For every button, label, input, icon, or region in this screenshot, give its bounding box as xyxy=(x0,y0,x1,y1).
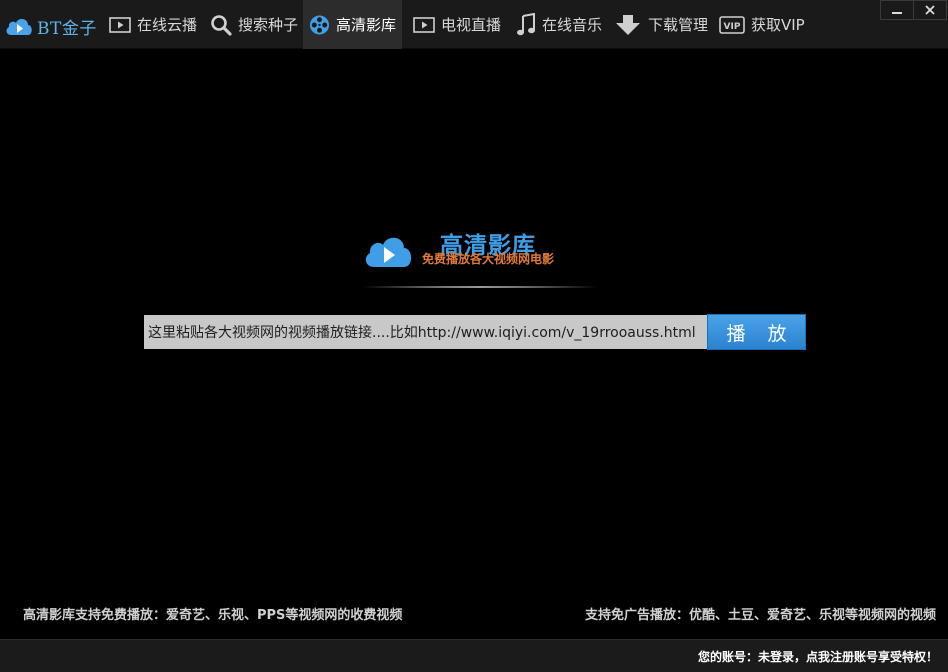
tab-search-torrents[interactable]: 搜索种子 xyxy=(204,0,304,49)
brand: BT金子 xyxy=(4,12,97,40)
status-bar: 您的账号：未登录，点我注册账号享受特权！ xyxy=(0,639,948,672)
tab-label: 电视直播 xyxy=(441,16,502,34)
tab-online-music[interactable]: 在线音乐 xyxy=(510,0,608,49)
tab-label: 高清影库 xyxy=(335,16,396,34)
video-url-input[interactable] xyxy=(144,315,707,349)
minimize-button[interactable] xyxy=(880,0,914,20)
tab-label: 获取VIP xyxy=(751,16,805,34)
ad-free-note: 支持免广告播放：优酷、土豆、爱奇艺、乐视等视频网的视频 xyxy=(584,608,936,623)
cloud-play-icon xyxy=(365,237,412,267)
tab-download-manager[interactable]: 下载管理 xyxy=(608,0,714,49)
tab-tv-live[interactable]: 电视直播 xyxy=(407,0,507,49)
free-play-note: 高清影库支持免费播放：爱奇艺、乐视、PPS等视频网的收费视频 xyxy=(23,608,403,623)
download-arrow-icon xyxy=(616,14,640,35)
play-icon xyxy=(109,16,131,33)
search-icon xyxy=(211,14,232,36)
play-button[interactable]: 播 放 xyxy=(707,314,806,350)
close-button[interactable] xyxy=(913,0,947,20)
tab-get-vip[interactable]: VIP 获取VIP xyxy=(713,0,811,49)
minimize-icon xyxy=(892,12,902,14)
tab-online-cloud-play[interactable]: 在线云播 xyxy=(103,0,203,49)
logo-divider xyxy=(362,286,598,288)
tab-hd-library[interactable]: 高清影库 xyxy=(303,0,402,49)
tab-label: 下载管理 xyxy=(648,16,709,34)
account-status-link[interactable]: 您的账号：未登录，点我注册账号享受特权！ xyxy=(698,648,938,665)
svg-text:VIP: VIP xyxy=(724,22,741,32)
logo-subtitle: 免费播放各大视频网电影 xyxy=(422,252,555,266)
brand-name: BT金子 xyxy=(37,18,97,39)
tab-label: 搜索种子 xyxy=(238,16,299,34)
top-toolbar: BT金子 在线云播 搜索种子 高清影库 电视直播 在线音乐 下载管理 VIP 获… xyxy=(0,0,948,49)
film-reel-icon xyxy=(309,14,330,35)
hd-library-logo: 高清影库 免费播放各大视频网电影 xyxy=(362,222,598,292)
play-icon xyxy=(413,16,435,33)
tab-label: 在线云播 xyxy=(137,16,198,34)
cloud-play-icon xyxy=(6,19,32,35)
music-note-icon xyxy=(517,12,535,35)
vip-badge-icon: VIP xyxy=(719,15,745,34)
tab-label: 在线音乐 xyxy=(542,16,603,34)
close-icon xyxy=(925,5,935,15)
